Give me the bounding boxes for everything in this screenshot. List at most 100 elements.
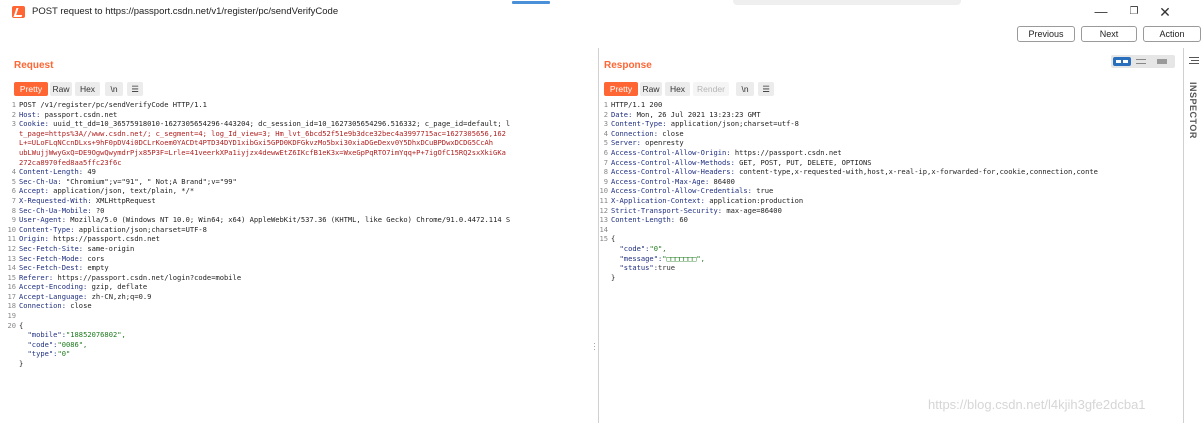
previous-button[interactable]: Previous [1017,26,1075,42]
line-number: 5 [11,176,16,186]
line-number: 15 [7,272,16,282]
line-number [5,138,19,148]
header-value: 49 [83,167,96,177]
response-editor[interactable]: 1 HTTP/1.1 200 2 Date: Mon, 26 Jul 2021 13:… [597,100,1182,320]
json-value: "0" [57,349,71,359]
line-number: 8 [11,205,16,215]
line-number [5,340,19,350]
request-line: 20{ [5,321,593,331]
minimize-button[interactable]: — [1093,4,1109,20]
line-number: 2 [11,109,16,119]
header-name: X-Requested-With: [19,195,92,205]
burp-app-icon [12,6,25,18]
header-name: Content-Length: [19,167,84,177]
header-name: Server: [611,138,641,148]
line-number: 6 [11,186,16,196]
header-name: Sec-Fetch-Mode: [19,253,84,263]
stacked-layout-icon[interactable] [1136,59,1146,64]
side-by-side-layout-icon[interactable] [1113,57,1131,66]
response-tab-pretty[interactable]: Pretty [604,82,638,96]
inspector-tab[interactable]: INSPECTOR [1188,82,1198,139]
header-name: Referer: [19,272,54,282]
action-button[interactable]: Action [1143,26,1201,42]
next-button[interactable]: Next [1081,26,1137,42]
line-number: 3 [11,119,16,129]
line-number [5,158,19,168]
header-value: gzip, deflate [87,282,148,292]
request-line: 5 Sec-Ch-Ua: "Chromium";v="91", " Not;A B… [5,177,593,187]
header-value: application/json;charset=UTF-8 [74,224,207,234]
response-line: 13 Content-Length: 60 [597,215,1182,225]
request-editor[interactable]: 1 POST /v1/register/pc/sendVerifyCode HTT… [5,100,593,410]
json-key: "message": [611,253,663,263]
request-line: 18 Connection: close [5,301,593,311]
response-line: 14 [597,225,1182,235]
request-line: 2 Host: passport.csdn.net [5,110,593,120]
window-title: POST request to https://passport.csdn.ne… [32,6,339,17]
header-name: Access-Control-Allow-Headers: [611,167,735,177]
response-line: 5 Server: openresty [597,138,1182,148]
line-number: 9 [11,215,16,225]
request-line: 11 Origin: https://passport.csdn.net [5,234,593,244]
header-name: User-Agent: [19,215,66,225]
header-value: { [611,234,616,244]
request-line: "type": "0" [5,349,593,359]
response-newline-toggle[interactable]: \n [736,82,754,96]
header-value: empty [83,263,109,273]
header-name: Connection: [611,128,658,138]
response-tab-raw[interactable]: Raw [640,82,662,96]
header-value: Mon, 26 Jul 2021 13:23:23 GMT [632,109,761,119]
header-name: Sec-Fetch-Dest: [19,263,84,273]
line-number: 13 [7,253,16,263]
response-menu-icon[interactable]: ☰ [758,82,774,96]
line-number [597,244,611,254]
json-value: "0086", [57,339,88,349]
header-name: Access-Control-Allow-Methods: [611,157,735,167]
header-value: XMLHttpRequest [91,195,156,205]
close-button[interactable]: ✕ [1157,4,1173,20]
header-name: Sec-Fetch-Site: [19,243,84,253]
line-number: 3 [603,119,608,129]
line-number: 10 [7,224,16,234]
json-key: "code": [19,339,58,349]
line-number [597,273,611,283]
header-value: } [611,272,616,282]
background-tab-indicator [512,1,550,4]
request-newline-toggle[interactable]: \n [105,82,123,96]
header-name: Sec-Ch-Ua-Mobile: [19,205,92,215]
json-value: "18852076802", [65,330,126,340]
line-number [597,263,611,273]
single-pane-layout-icon[interactable] [1157,59,1167,64]
response-line: 10 Access-Control-Allow-Credentials: true [597,186,1182,196]
request-line: L+=ULoFLqNCcnDLxs+9hF0pDV4i0DCLrKoem0YAC… [5,138,593,148]
cookie-value: L+=ULoFLqNCcnDLxs+9hF0pDV4i0DCLrKoem0YAC… [19,138,494,148]
header-value: "Chromium";v="91", " Not;A Brand";v="99" [61,176,237,186]
request-tab-hex[interactable]: Hex [75,82,100,96]
header-name: Cookie: [19,119,49,129]
json-value: "0", [649,243,667,253]
request-tab-pretty[interactable]: Pretty [14,82,48,96]
response-tab-render[interactable]: Render [693,82,729,96]
request-tab-raw[interactable]: Raw [50,82,72,96]
response-line: } [597,273,1182,283]
response-tab-hex[interactable]: Hex [665,82,690,96]
title-bar: POST request to https://passport.csdn.ne… [0,0,1204,24]
header-value: HTTP/1.1 200 [611,100,663,109]
request-menu-icon[interactable]: ☰ [127,82,143,96]
line-number: 1 [603,100,608,109]
header-name: Content-Type: [611,119,667,129]
header-name: Accept-Encoding: [19,282,88,292]
line-number [5,148,19,158]
request-line: 19 [5,311,593,321]
line-number: 17 [7,291,16,301]
header-value: Mozilla/5.0 (Windows NT 10.0; Win64; x64… [65,215,511,225]
resize-handle-icon[interactable]: · · · [593,339,597,354]
response-line: 8 Access-Control-Allow-Headers: content-t… [597,167,1182,177]
inspector-menu-icon[interactable] [1189,57,1199,64]
header-value: } [19,359,24,369]
line-number [597,254,611,264]
header-value: application/json, text/plain, */* [48,186,195,196]
maximize-button[interactable]: ❐ [1126,4,1142,20]
request-line: 10 Content-Type: application/json;charset… [5,225,593,235]
cookie-value: ubLWujjWwyGxQ=DE9OgwQwymdrPjx85P3F=Lrle=… [19,147,506,157]
